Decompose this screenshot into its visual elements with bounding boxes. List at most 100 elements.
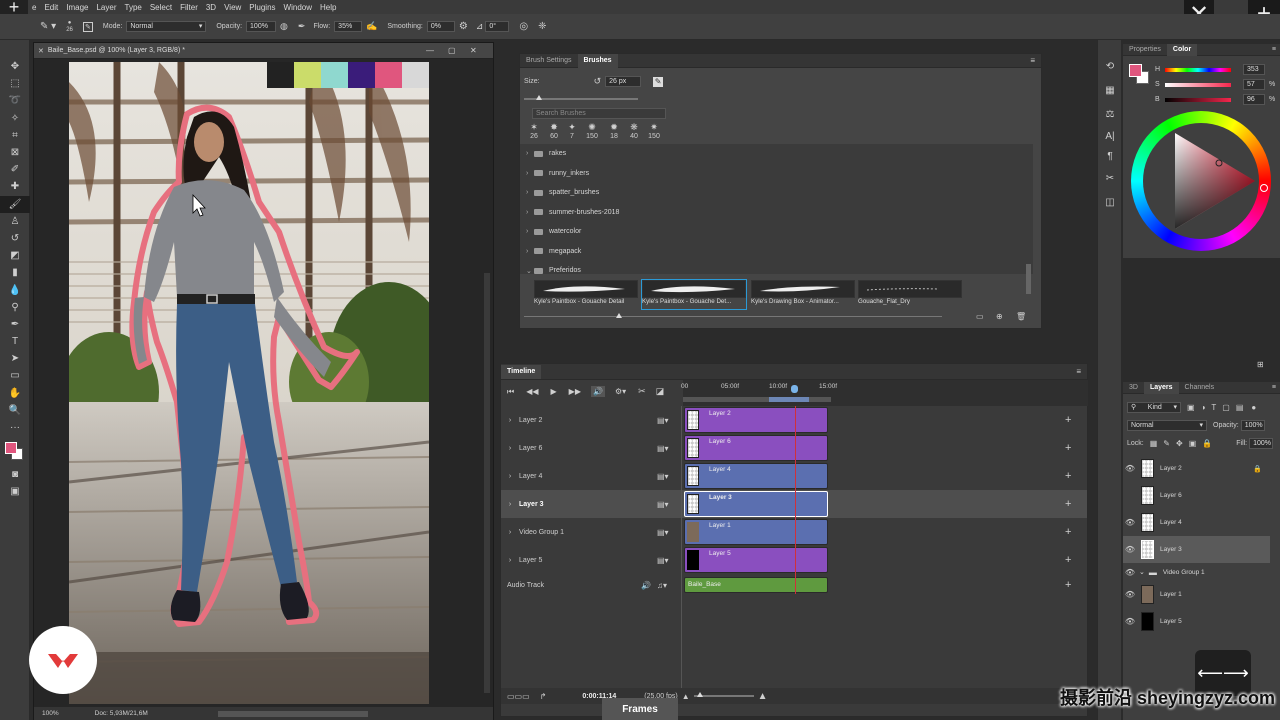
smoothing-field[interactable]: 0% [426,21,455,32]
color-wheel[interactable] [1131,111,1271,251]
stamp-tool-icon[interactable]: ♙ [0,213,30,230]
history-icon[interactable]: ⟲ [1098,54,1122,78]
menu-window[interactable]: Window [284,3,312,12]
preset-brush[interactable]: ✸ 60 [544,122,564,140]
add-media-icon[interactable]: + [1065,442,1071,454]
tab-properties[interactable]: Properties [1123,44,1167,56]
opacity-field[interactable]: 100% [1240,420,1265,431]
first-frame-icon[interactable]: ⏮ [507,387,514,397]
brush-size-icon[interactable]: ● 26 [66,20,73,34]
color-triangle[interactable] [1131,111,1271,251]
swatch[interactable] [375,62,402,88]
timeline-zoom-slider[interactable] [693,692,754,697]
move-tool-icon[interactable]: ✥ [0,58,30,75]
folder-row[interactable]: › megapack [520,242,1033,262]
track-row[interactable]: › Video Group 1 ▤▾ + Layer 1 [501,518,1087,546]
transition-icon[interactable]: ◪ [656,386,665,397]
fill-field[interactable]: 100% [1249,438,1274,449]
brush-tool-icon[interactable]: ✎ ▾ [40,21,56,32]
tools-icon[interactable]: ✂ [1098,166,1122,190]
image-canvas[interactable] [69,62,429,704]
tab-channels[interactable]: Channels [1179,382,1221,394]
frames-button[interactable]: Frames [602,698,678,720]
menu-item[interactable]: e [32,3,36,12]
horizontal-scrollbar[interactable] [217,710,368,717]
menu-3d[interactable]: 3D [206,3,216,12]
timeline-clip-selected[interactable]: Layer 3 [684,491,828,517]
menu-type[interactable]: Type [125,3,142,12]
timeline-clip[interactable]: Layer 1 [684,519,828,545]
character-icon[interactable]: A| [1098,126,1122,146]
lock-pixels-icon[interactable]: ✎ [1163,439,1170,448]
folder-row[interactable]: › runny_inkers [520,164,1033,184]
search-input[interactable]: Search Brushes [532,108,666,119]
music-note-icon[interactable]: ♫▾ [657,581,667,590]
layer-row[interactable]: 👁 Layer 2 🔒 [1123,455,1270,482]
pressure-opacity-icon[interactable]: ◍ [280,21,288,32]
add-media-icon[interactable]: + [1065,526,1071,538]
foreground-swatch[interactable] [1129,64,1142,77]
chevron-down-icon[interactable]: ⌄ [1139,568,1145,576]
opacity-field[interactable]: 100% [246,21,277,32]
size-field[interactable]: 26 px [605,76,642,87]
clone-source-icon[interactable]: ◫ [1098,190,1122,214]
filter-adjust-icon[interactable]: ◑ [1201,403,1206,412]
zoom-level[interactable]: 100% [42,710,59,717]
gradient-icon[interactable]: ▮ [0,264,30,281]
close-icon[interactable]: ✕ [38,47,44,55]
filter-toggle-icon[interactable]: ● [1251,403,1256,412]
path-select-icon[interactable]: ➤ [0,350,30,367]
playhead-handle[interactable] [791,385,798,393]
new-brush-icon[interactable]: ⊕ [996,312,1003,321]
brush-stroke-tile[interactable]: Kyle's Paintbox - Gouache Detail [534,280,638,309]
history-brush-icon[interactable]: ↺ [0,230,30,247]
folder-row[interactable]: › summer-brushes-2018 [520,203,1033,223]
timeline-divider[interactable] [681,406,682,696]
minimize-icon[interactable]: — [426,46,434,55]
time-ruler[interactable]: 00 05:00f 10:00f 15:00f [681,380,1088,406]
tab-brushes[interactable]: Brushes [577,53,618,68]
lock-transparency-icon[interactable]: ▦ [1150,439,1158,448]
film-icon[interactable]: ▤▾ [657,416,669,425]
tab-3d[interactable]: 3D [1123,382,1144,394]
preset-brush[interactable]: ❋ 40 [624,122,644,140]
brush-stroke-tile-selected[interactable]: Kyle's Paintbox - Gouache Det... [641,279,747,310]
brush-stroke-tile[interactable]: Gouache_Flat_Dry [858,280,962,309]
layer-row[interactable]: Layer 6 [1123,482,1270,509]
angle-field[interactable]: 0° [485,21,510,32]
eye-icon[interactable]: 👁 [1123,568,1137,577]
tab-timeline[interactable]: Timeline [501,364,542,379]
render-icon[interactable]: ↱ [540,692,547,701]
menu-help[interactable]: Help [320,3,336,12]
menu-select[interactable]: Select [150,3,172,12]
symmetry-icon[interactable]: ❈ [538,21,546,32]
timeline-clip[interactable]: Layer 6 [684,435,828,461]
vertical-scrollbar[interactable] [484,273,490,693]
magic-wand-icon[interactable]: ✧ [0,110,30,127]
grid-icon[interactable]: ▦ [1098,78,1122,102]
filter-type-icon[interactable]: T [1211,403,1216,412]
panel-menu-icon[interactable]: ≡ [1030,56,1035,65]
s-slider[interactable] [1165,82,1231,87]
screen-mode-icon[interactable]: ▣ [0,483,30,500]
slider-thumb[interactable] [616,313,622,318]
h-field[interactable]: 353 [1243,64,1265,75]
slider-thumb[interactable] [536,95,542,100]
layer-row[interactable]: 👁 Layer 1 [1123,581,1270,608]
audio-clip[interactable]: Baile_Base [684,577,828,593]
track-row[interactable]: › Layer 2 ▤▾ + Layer 2 [501,406,1087,434]
brush-panel-icon[interactable]: ✎ [82,21,93,32]
slider-thumb[interactable] [696,692,703,697]
eye-icon[interactable]: 👁 [1123,590,1137,599]
pressure-size-icon[interactable]: ◎ [519,21,528,32]
dodge-tool-icon[interactable]: ⚲ [0,299,30,316]
folder-row-open[interactable]: ⌄ Preferidos [520,261,1033,281]
lock-artboard-icon[interactable]: ▣ [1189,439,1197,448]
new-brush-icon[interactable]: ✎ [653,76,664,87]
mode-select[interactable]: Normal ▾ [126,21,207,32]
b-field[interactable]: 96 [1243,94,1265,105]
kind-filter[interactable]: ⚲ Kind ▾ [1127,402,1181,413]
track-row[interactable]: › Layer 6 ▤▾ + Layer 6 [501,434,1087,462]
menu-filter[interactable]: Filter [180,3,198,12]
zoom-in-icon[interactable]: ▲ [758,691,768,702]
